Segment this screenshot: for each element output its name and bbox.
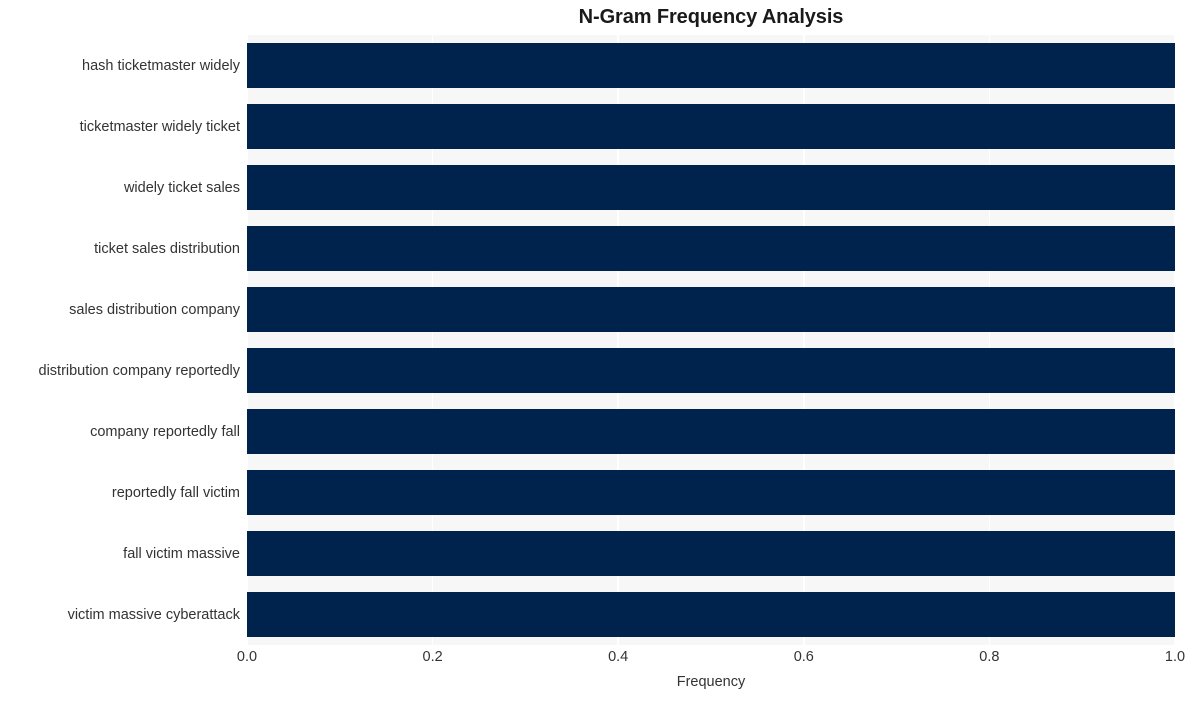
y-axis-tick-labels: hash ticketmaster widely ticketmaster wid… bbox=[0, 35, 247, 645]
bar[interactable] bbox=[247, 43, 1175, 88]
x-tick-label: 0.4 bbox=[608, 649, 629, 665]
y-tick-label: hash ticketmaster widely bbox=[82, 57, 240, 74]
x-tick-label: 1.0 bbox=[1164, 649, 1186, 665]
bar[interactable] bbox=[247, 409, 1175, 454]
bar[interactable] bbox=[247, 470, 1175, 515]
chart-title: N-Gram Frequency Analysis bbox=[578, 6, 844, 28]
y-tick-label: widely ticket sales bbox=[123, 179, 240, 196]
x-tick-label: 0.8 bbox=[979, 649, 1000, 665]
y-tick-label: company reportedly fall bbox=[90, 423, 240, 440]
x-axis-tick-labels: 0.0 0.2 0.4 0.6 0.8 1.0 bbox=[237, 649, 1185, 671]
bar[interactable] bbox=[247, 226, 1175, 271]
y-tick-label: sales distribution company bbox=[69, 301, 240, 318]
y-tick-label: distribution company reportedly bbox=[38, 362, 241, 379]
y-tick-label: ticket sales distribution bbox=[94, 240, 240, 257]
x-axis-title: Frequency bbox=[676, 674, 746, 690]
plot-area bbox=[247, 35, 1175, 645]
x-tick-label: 0.0 bbox=[236, 649, 258, 665]
bar[interactable] bbox=[247, 348, 1175, 393]
y-tick-label: fall victim massive bbox=[123, 545, 240, 562]
bar[interactable] bbox=[247, 104, 1175, 149]
chart-figure: N-Gram Frequency Analysis hash ticketmas… bbox=[0, 0, 1186, 701]
x-tick-label: 0.6 bbox=[793, 649, 814, 665]
y-tick-label: ticketmaster widely ticket bbox=[79, 118, 240, 135]
y-tick-label: victim massive cyberattack bbox=[67, 606, 240, 623]
bar[interactable] bbox=[247, 592, 1175, 637]
y-tick-label: reportedly fall victim bbox=[111, 484, 240, 501]
bar[interactable] bbox=[247, 287, 1175, 332]
bar[interactable] bbox=[247, 531, 1175, 576]
x-tick-label: 0.2 bbox=[422, 649, 443, 665]
bar[interactable] bbox=[247, 165, 1175, 210]
